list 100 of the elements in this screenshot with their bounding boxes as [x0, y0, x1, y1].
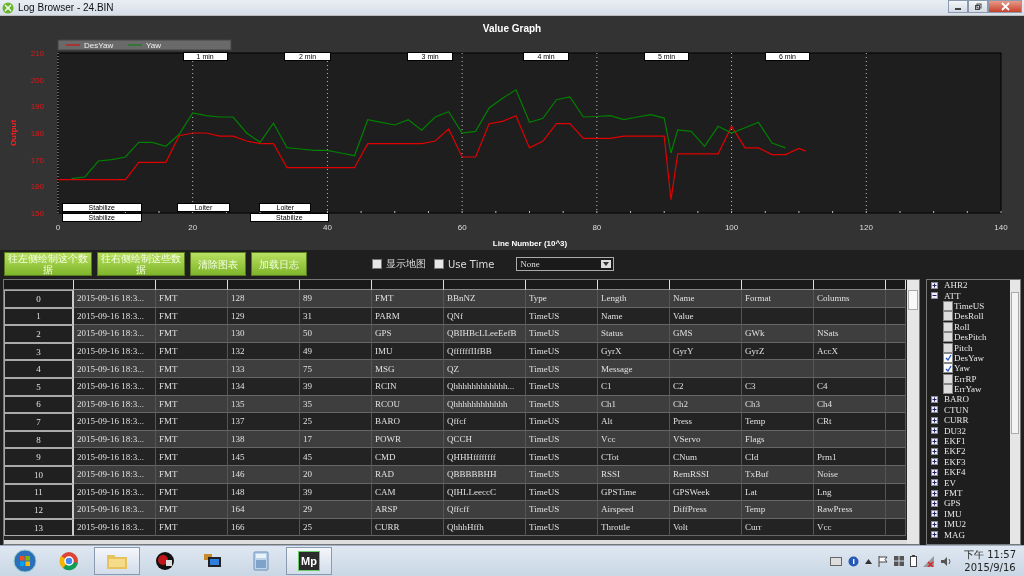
- table-cell: 128: [228, 290, 300, 308]
- table-cell: DiffPress: [670, 501, 742, 519]
- table-cell: Airspeed: [598, 501, 670, 519]
- table-cell: NSats: [814, 325, 886, 343]
- table-cell: TimeUS: [526, 413, 598, 431]
- tree-item[interactable]: DesYaw: [954, 352, 985, 363]
- table-cell: MSG: [372, 360, 444, 378]
- tree-item[interactable]: AHR2: [944, 280, 968, 291]
- tree-item[interactable]: DesPitch: [954, 332, 987, 343]
- table-cell: GWk: [742, 325, 814, 343]
- x-tick-label: 140: [994, 223, 1009, 232]
- table-cell: 2015-09-16 18:3...: [74, 448, 156, 466]
- table-cell: FMT: [372, 290, 444, 308]
- tree-item[interactable]: EKF1: [944, 436, 966, 447]
- tree-item[interactable]: IMU2: [944, 519, 966, 530]
- row-header: 2: [4, 325, 74, 343]
- table-cell: FMT: [156, 413, 228, 431]
- row-header: 9: [4, 448, 74, 466]
- table-cell: Alt: [598, 413, 670, 431]
- checkbox-label: Use Time: [448, 258, 495, 270]
- tree-item[interactable]: DU32: [944, 425, 966, 436]
- table-cell: CId: [742, 448, 814, 466]
- table-cell: QHHHffffffff: [444, 448, 526, 466]
- table-cell: FMT: [156, 360, 228, 378]
- table-cell: 45: [300, 448, 372, 466]
- y-tick-label: 190: [30, 102, 45, 112]
- row-header: 4: [4, 360, 74, 378]
- table-cell: FMT: [156, 290, 228, 308]
- tree-item[interactable]: CURR: [944, 415, 969, 426]
- table-cell: CNum: [670, 448, 742, 466]
- tree-item[interactable]: EKF2: [944, 446, 966, 457]
- table-cell: 75: [300, 360, 372, 378]
- tree-item[interactable]: ErrYaw: [954, 384, 982, 395]
- y-axis-label: Output: [9, 119, 18, 147]
- table-cell: Status: [598, 325, 670, 343]
- tree-item[interactable]: FMT: [944, 488, 963, 498]
- table-cell: Temp: [742, 501, 814, 519]
- y-tick-label: 180: [30, 129, 45, 138]
- tree-item[interactable]: ATT: [944, 290, 961, 301]
- table-cell: TimeUS: [526, 448, 598, 466]
- tree-item[interactable]: EV: [944, 477, 956, 488]
- x-tick-label: 40: [322, 223, 333, 232]
- tree-item[interactable]: DesRoll: [954, 311, 984, 322]
- tree-item[interactable]: Yaw: [954, 363, 971, 374]
- table-cell: Columns: [814, 290, 886, 308]
- table-cell: ARSP: [372, 501, 444, 519]
- table-cell: TimeUS: [526, 360, 598, 378]
- table-cell: Temp: [742, 413, 814, 431]
- tree-item[interactable]: TimeUS: [954, 300, 985, 311]
- x-tick-label: 100: [724, 223, 739, 232]
- x-tick-label: 20: [188, 223, 198, 232]
- table-cell: 137: [228, 413, 300, 431]
- chart-title: Value Graph: [482, 23, 542, 34]
- tree-item[interactable]: IMU: [944, 508, 962, 519]
- table-cell: 133: [228, 360, 300, 378]
- table-cell: 130: [228, 325, 300, 343]
- window-title: Log Browser - 24.BIN: [18, 2, 114, 13]
- tree-item[interactable]: MAG: [944, 529, 965, 540]
- table-cell: Name: [670, 290, 742, 308]
- table-cell: Qffcff: [444, 501, 526, 519]
- table-cell: 2015-09-16 18:3...: [74, 360, 156, 378]
- y-tick-label: 160: [30, 182, 45, 192]
- row-header: 12: [4, 501, 74, 519]
- table-cell: 2015-09-16 18:3...: [74, 325, 156, 343]
- legend-label: DesYaw: [84, 41, 114, 50]
- tree-item[interactable]: Roll: [954, 321, 970, 332]
- y-tick-label: 200: [30, 75, 45, 85]
- y-tick-label: 170: [30, 155, 45, 165]
- checkbox-label: 显示地图: [386, 257, 426, 271]
- taskbar-app[interactable]: Mp: [286, 547, 332, 575]
- x-tick-label: 0: [55, 223, 61, 232]
- table-cell: Format: [742, 290, 814, 308]
- tree-item[interactable]: ErrRP: [954, 373, 977, 384]
- table-cell: QZ: [444, 360, 526, 378]
- tree-item[interactable]: GPS: [944, 498, 961, 509]
- tree-item[interactable]: BARO: [944, 394, 969, 405]
- table-cell: TimeUS: [526, 325, 598, 343]
- tree-item[interactable]: Pitch: [954, 342, 973, 353]
- table-cell: Message: [598, 360, 670, 378]
- table-cell: 25: [300, 413, 372, 431]
- table-cell: 164: [228, 501, 300, 519]
- table-cell: CRt: [814, 413, 886, 431]
- tree-item[interactable]: EKF3: [944, 456, 966, 467]
- table-cell: 2015-09-16 18:3...: [74, 413, 156, 431]
- table-cell: FMT: [156, 501, 228, 519]
- clock-date: 2015/9/16: [964, 561, 1016, 574]
- x-tick-label: 80: [592, 223, 602, 232]
- table-cell: 89: [300, 290, 372, 308]
- row-header: 7: [4, 413, 74, 431]
- app-logo: Mp: [298, 551, 320, 571]
- dropdown[interactable]: None: [516, 257, 615, 271]
- table-cell: CMD: [372, 448, 444, 466]
- table-cell: GMS: [670, 325, 742, 343]
- x-tick-label: 60: [457, 223, 468, 232]
- table-cell: Press: [670, 413, 742, 431]
- table-cell: 50: [300, 325, 372, 343]
- table-cell: GPS: [372, 325, 444, 343]
- tree-item[interactable]: EKF4: [944, 467, 966, 478]
- tree-item[interactable]: CTUN: [944, 404, 969, 415]
- y-axis: 150 160 170 180 190 200 210: [30, 49, 59, 218]
